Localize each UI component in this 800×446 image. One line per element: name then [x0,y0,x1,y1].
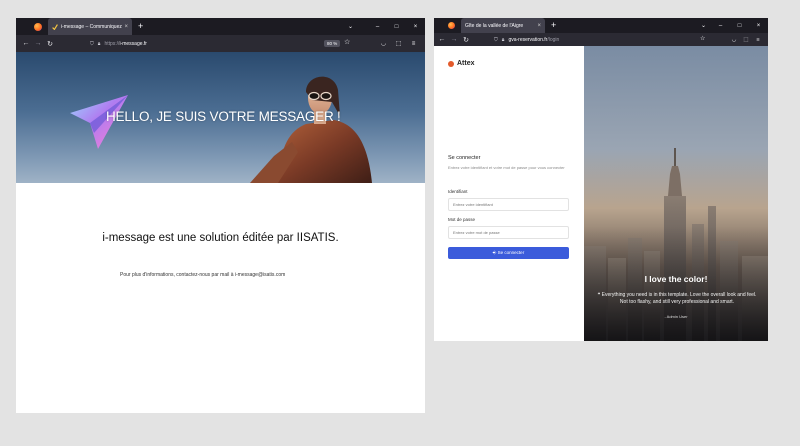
testimonial-title: I love the color! [644,274,708,284]
menu-icon[interactable]: ≡ [752,37,764,43]
hero-headline: HELLO, JE SUIS VOTRE MESSAGER ! [106,109,341,124]
testimonial-author: - Admin User [664,314,688,319]
extensions-icon[interactable]: ⬚ [391,40,406,47]
login-panel: Attex Se connecter Entrez votre identifi… [434,46,584,341]
reload-button[interactable]: ↻ [460,36,472,44]
tab-gva[interactable]: Gîte de la vallée de l'Aigre × [461,18,545,33]
tab-close-icon[interactable]: × [124,24,128,30]
tab-list-chevron-icon[interactable]: ⌄ [701,22,706,29]
tab-title: Gîte de la vallée de l'Aigre [465,22,524,29]
pocket-icon[interactable]: ◡ [728,37,740,43]
brand-logo[interactable]: Attex [448,60,475,67]
menu-icon[interactable]: ≡ [406,41,421,47]
tab-list-chevron-icon[interactable]: ⌄ [348,23,353,30]
password-input[interactable] [448,226,569,239]
new-tab-button[interactable]: + [138,22,143,31]
address-bar[interactable]: ⛉ 🔒︎ https://i-message.fr [90,41,147,47]
close-window-button[interactable]: × [406,24,425,30]
login-subtitle: Entrez votre identifiant et votre mot de… [448,165,565,170]
forward-button[interactable]: → [448,36,460,44]
imessage-favicon-icon [52,23,58,30]
login-submit-button[interactable]: ⎆ Se connecter [448,247,569,259]
username-label: Identifiant [448,189,468,194]
brand-name: Attex [457,60,475,67]
page-body: i-message est une solution éditée par II… [16,183,425,413]
shield-icon[interactable]: ⛉ [494,37,498,43]
navigation-toolbar: ← → ↻ ⛉ 🔒︎ gva-reservation.fr/login ☆ ◡ … [434,33,768,46]
toolbar-tools: ◡ ⬚ ≡ [728,33,764,46]
extensions-icon[interactable]: ⬚ [740,37,752,43]
minimize-button[interactable]: – [711,23,730,29]
navigation-toolbar: ← → ↻ ⛉ 🔒︎ https://i-message.fr 80 % ☆ ◡… [16,35,425,52]
firefox-icon[interactable] [448,22,455,29]
tab-imessage[interactable]: i-message – Communiquez fac × [48,18,132,35]
reload-button[interactable]: ↻ [44,40,56,48]
city-image-panel: I love the color! ❝ Everything you need … [584,46,768,341]
lock-icon[interactable]: 🔒︎ [98,41,101,47]
address-bar[interactable]: ⛉ 🔒︎ gva-reservation.fr/login [494,37,559,43]
new-tab-button[interactable]: + [551,21,556,30]
pocket-icon[interactable]: ◡ [376,40,391,47]
window-controls: – □ × [711,18,768,33]
back-button[interactable]: ← [20,40,32,48]
browser-window-gva: Gîte de la vallée de l'Aigre × + ⌄ – □ ×… [434,18,768,341]
tab-strip: i-message – Communiquez fac × + ⌄ – □ × [16,18,425,35]
username-input[interactable] [448,198,569,211]
url-scheme: https:// [104,40,120,47]
shield-icon[interactable]: ⛉ [90,41,94,47]
tab-close-icon[interactable]: × [537,23,541,29]
minimize-button[interactable]: – [368,24,387,30]
page-title: i-message est une solution éditée par II… [102,232,339,244]
bookmark-star-icon[interactable]: ☆ [344,38,350,46]
bookmark-star-icon[interactable]: ☆ [700,35,705,42]
login-title: Se connecter [448,155,481,161]
maximize-button[interactable]: □ [730,23,749,29]
tab-title: i-message – Communiquez fac [61,23,122,30]
testimonial-text: ❝ Everything you need is in this templat… [597,292,757,305]
brand-dot-icon [448,60,454,67]
url-host: i-message.fr [119,40,147,47]
login-submit-label: Se connecter [497,250,525,255]
browser-window-imessage: i-message – Communiquez fac × + ⌄ – □ × … [16,18,425,413]
toolbar-tools: ◡ ⬚ ≡ [376,35,421,52]
contact-info-text: Pour plus d'informations, contactez-nous… [120,272,286,278]
window-controls: – □ × [368,18,425,35]
maximize-button[interactable]: □ [387,24,406,30]
url-host: gva-reservation.fr [508,36,548,43]
zoom-level-badge[interactable]: 80 % [324,40,341,47]
login-icon: ⎆ [492,250,497,255]
tab-strip: Gîte de la vallée de l'Aigre × + ⌄ – □ × [434,18,768,33]
lock-icon[interactable]: 🔒︎ [502,37,505,43]
hero-banner: HELLO, JE SUIS VOTRE MESSAGER ! [16,52,425,183]
firefox-icon[interactable] [34,22,42,31]
password-label: Mot de passe [448,217,476,222]
back-button[interactable]: ← [436,36,448,44]
close-window-button[interactable]: × [749,23,768,29]
forward-button[interactable]: → [32,40,44,48]
url-path: /login [547,36,560,43]
